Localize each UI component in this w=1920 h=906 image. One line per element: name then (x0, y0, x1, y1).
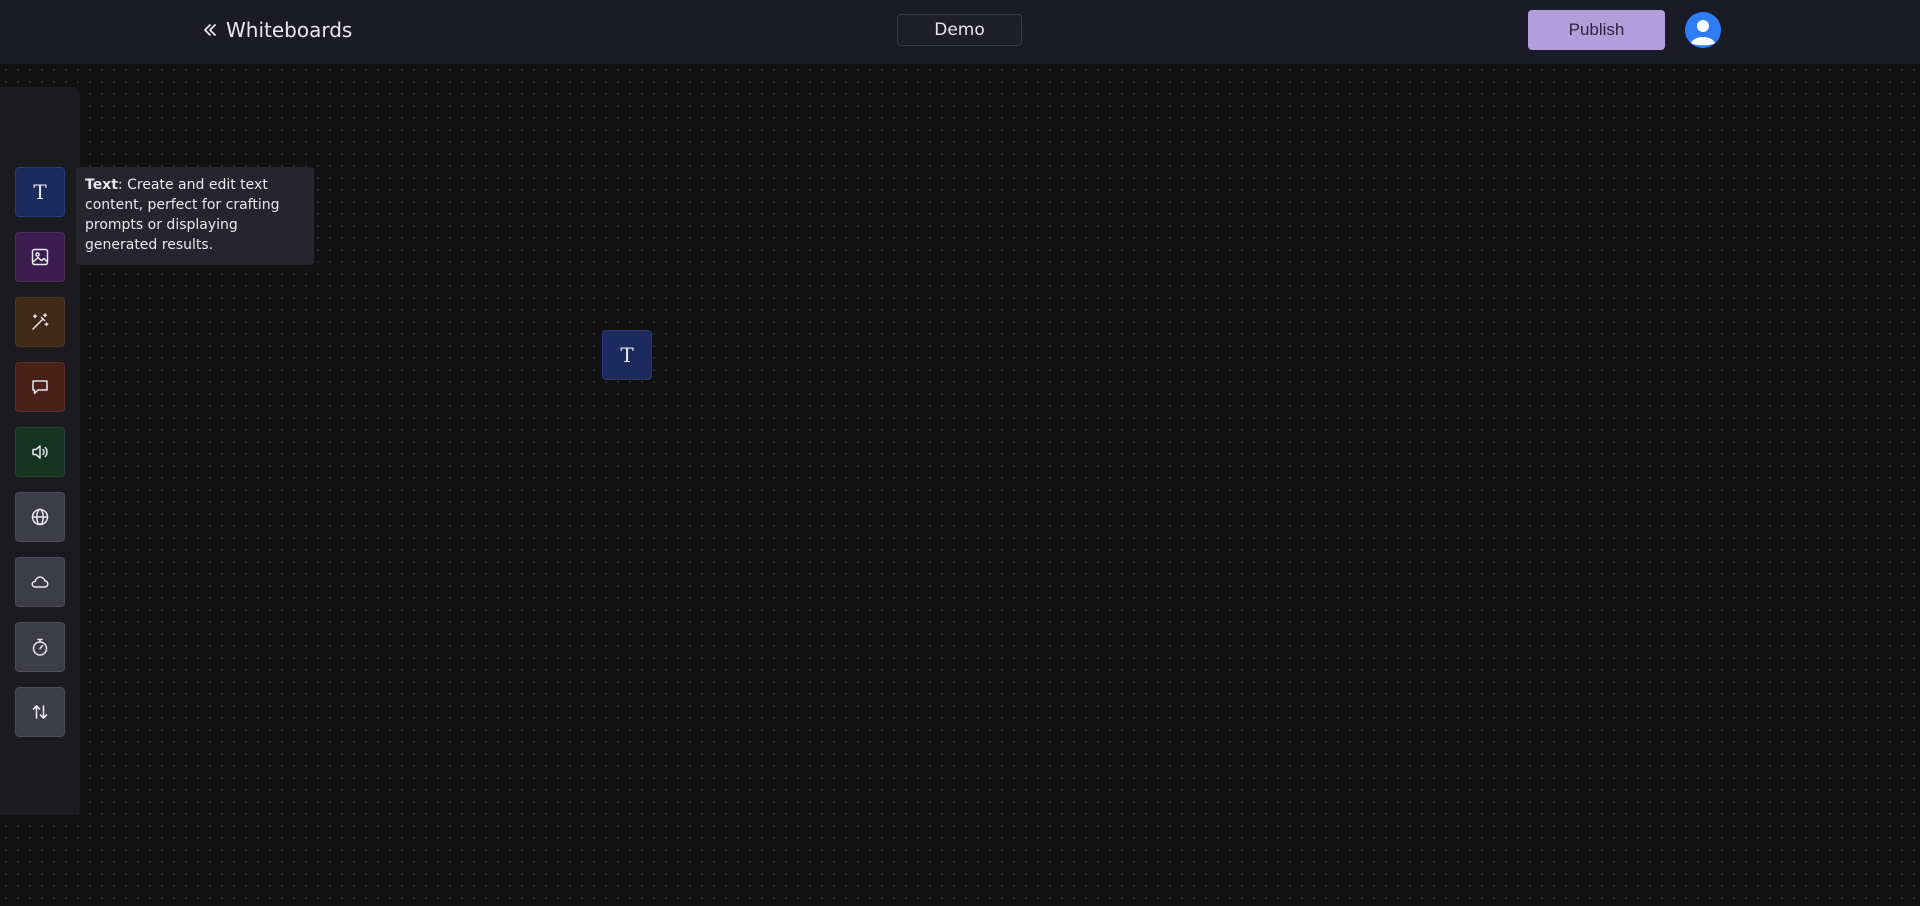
top-bar: Whiteboards Demo Publish (0, 0, 1920, 64)
tool-magic-button[interactable] (15, 297, 65, 347)
board-name-label: Demo (934, 20, 985, 40)
text-tool-tooltip: Text: Create and edit text content, perf… (76, 167, 314, 265)
back-link-label: Whiteboards (226, 18, 353, 42)
text-node-icon: T (620, 343, 634, 367)
speaker-icon (32, 445, 48, 459)
stopwatch-icon (32, 638, 48, 656)
board-name-field[interactable]: Demo (897, 14, 1022, 46)
node-toolbar: T (0, 87, 80, 815)
canvas-text-node[interactable]: T (602, 330, 652, 380)
avatar[interactable] (1685, 12, 1721, 48)
arrows-up-down-icon (32, 705, 48, 719)
user-avatar-icon (1685, 12, 1721, 48)
globe-icon (31, 508, 49, 526)
magic-wand-icon (32, 313, 49, 330)
back-to-whiteboards-link[interactable]: Whiteboards (202, 15, 352, 45)
cloud-icon (31, 576, 49, 588)
double-chevron-left-icon (204, 24, 216, 36)
image-icon (31, 248, 49, 266)
tooltip-title: Text (85, 177, 118, 193)
tool-chat-button[interactable] (15, 362, 65, 412)
tool-cloud-button[interactable] (15, 557, 65, 607)
tool-web-button[interactable] (15, 492, 65, 542)
tool-transfer-button[interactable] (15, 687, 65, 737)
chat-bubble-icon (32, 380, 48, 395)
tool-timer-button[interactable] (15, 622, 65, 672)
tool-text-button[interactable]: T (15, 167, 65, 217)
publish-button[interactable]: Publish (1528, 10, 1665, 50)
text-icon: T (33, 180, 47, 204)
tool-audio-button[interactable] (15, 427, 65, 477)
tool-image-button[interactable] (15, 232, 65, 282)
